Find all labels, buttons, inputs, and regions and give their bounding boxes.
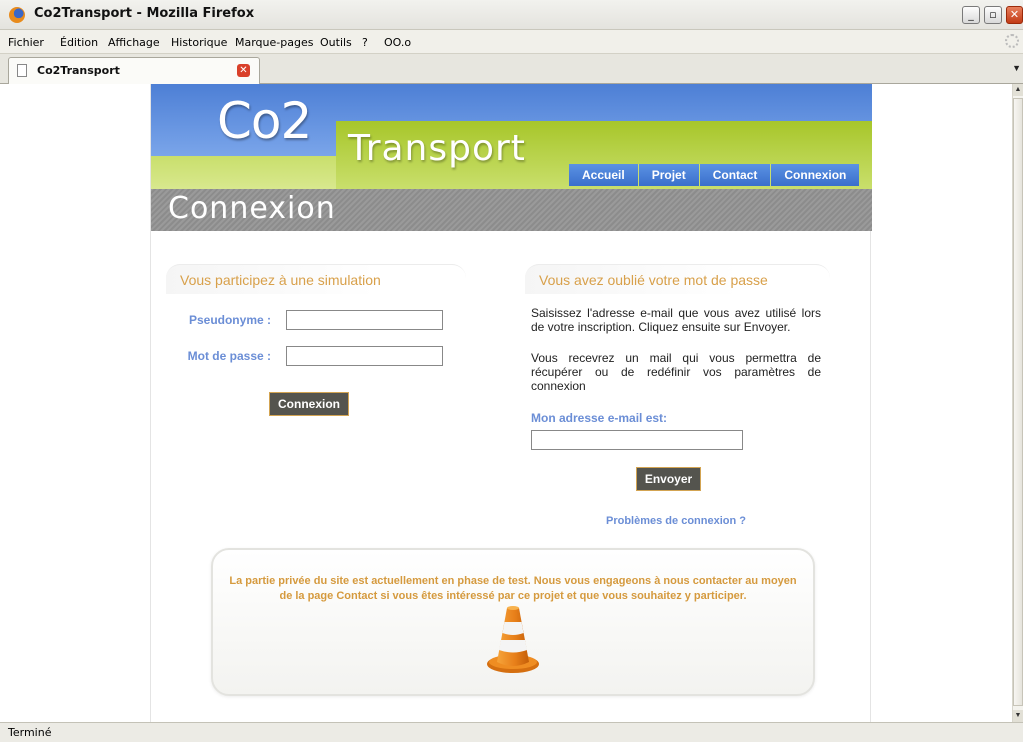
nav-projet[interactable]: Projet — [638, 164, 700, 186]
send-button[interactable]: Envoyer — [636, 467, 701, 491]
username-input[interactable] — [286, 310, 443, 330]
menu-marque-pages[interactable]: Marque-pages — [235, 36, 313, 49]
email-input[interactable] — [531, 430, 743, 450]
close-window-button[interactable]: ✕ — [1006, 6, 1023, 24]
email-label: Mon adresse e-mail est: — [531, 411, 668, 425]
tab-label: Co2Transport — [37, 64, 120, 77]
logo-co2[interactable]: Co2 — [217, 92, 312, 150]
menu-affichage[interactable]: Affichage — [108, 36, 160, 49]
menu-ooo[interactable]: OO.o — [384, 36, 411, 49]
menu-fichier[interactable]: Fichier — [8, 36, 44, 49]
minimize-button[interactable]: _ — [962, 6, 980, 24]
page-title: Connexion — [168, 191, 336, 226]
forgot-section-title: Vous avez oublié votre mot de passe — [525, 264, 830, 294]
menu-bar: Fichier Édition Affichage Historique Mar… — [0, 30, 1023, 54]
window-title: Co2Transport - Mozilla Firefox — [34, 6, 255, 21]
logo-transport: Transport — [348, 128, 526, 169]
page-banner: Connexion — [151, 189, 872, 231]
window-titlebar: Co2Transport - Mozilla Firefox _ ▫ ✕ — [0, 0, 1023, 30]
page-icon — [17, 64, 27, 77]
nav-accueil[interactable]: Accueil — [569, 164, 639, 186]
vertical-scrollbar[interactable]: ▲ ▼ — [1012, 84, 1023, 722]
status-text: Terminé — [8, 726, 52, 739]
password-input[interactable] — [286, 346, 443, 366]
scrollbar-thumb[interactable] — [1013, 98, 1023, 706]
username-label: Pseudonyme : — [188, 313, 271, 327]
menu-help[interactable]: ? — [362, 36, 368, 49]
restore-button[interactable]: ▫ — [984, 6, 1002, 24]
header-green-band-left — [151, 156, 336, 189]
tab-list-arrow-icon[interactable]: ▼ — [1012, 63, 1021, 73]
menu-edition[interactable]: Édition — [60, 36, 98, 49]
tab-close-icon[interactable]: ✕ — [237, 64, 250, 77]
forgot-info: Vous recevrez un mail qui vous permettra… — [531, 351, 821, 393]
forgot-instructions: Saisissez l'adresse e-mail que vous avez… — [531, 306, 821, 334]
scroll-up-icon[interactable]: ▲ — [1013, 84, 1023, 96]
main-nav: Accueil Projet Contact Connexion — [569, 164, 860, 186]
menu-outils[interactable]: Outils — [320, 36, 352, 49]
traffic-cone-icon — [487, 606, 539, 673]
menu-historique[interactable]: Historique — [171, 36, 227, 49]
status-bar: Terminé — [0, 722, 1023, 742]
login-button[interactable]: Connexion — [269, 392, 349, 416]
firefox-icon — [9, 7, 25, 23]
connection-problems-link[interactable]: Problèmes de connexion ? — [606, 515, 746, 527]
login-section-title: Vous participez à une simulation — [166, 264, 466, 294]
test-phase-notice: La partie privée du site est actuellemen… — [211, 548, 815, 696]
site-container: Co2 Transport Accueil Projet Contact Con… — [150, 84, 872, 722]
nav-contact[interactable]: Contact — [699, 164, 772, 186]
tab-co2transport[interactable]: Co2Transport ✕ — [8, 57, 260, 84]
nav-connexion[interactable]: Connexion — [771, 164, 860, 186]
notice-text: La partie privée du site est actuellemen… — [229, 575, 797, 602]
password-label: Mot de passe : — [187, 349, 271, 363]
tab-bar: Co2Transport ✕ ▼ — [0, 54, 1023, 84]
scroll-down-icon[interactable]: ▼ — [1013, 710, 1023, 722]
page-viewport: Co2 Transport Accueil Projet Contact Con… — [0, 84, 1012, 722]
throbber-icon — [1005, 34, 1019, 48]
